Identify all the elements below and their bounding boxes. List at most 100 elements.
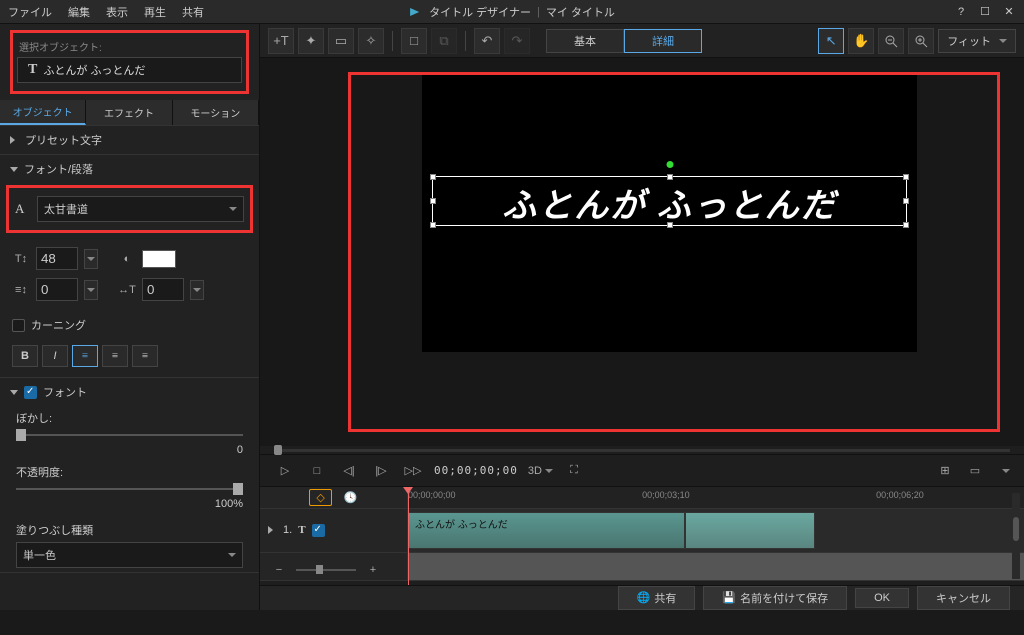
tab-object[interactable]: オブジェクト (0, 100, 86, 125)
track-header[interactable]: 1. T (260, 509, 408, 552)
zoom-out-button[interactable] (878, 28, 904, 54)
resize-handle[interactable] (430, 174, 436, 180)
timeline-ruler[interactable]: 00;00;00;00 00;00;03;10 00;00;06;20 (408, 487, 1024, 508)
tracking-input[interactable] (142, 278, 184, 301)
chevron-down-icon[interactable] (1002, 469, 1010, 473)
track-body-empty (408, 553, 1024, 580)
blur-slider[interactable] (16, 434, 243, 436)
stop-button[interactable]: □ (306, 460, 328, 482)
next-frame-button[interactable]: |▷ (370, 460, 392, 482)
tracking-spinner[interactable] (190, 280, 204, 300)
app-icon (409, 5, 423, 19)
section-preset-header[interactable]: プリセット文字 (0, 126, 259, 154)
help-button[interactable]: ? (954, 5, 968, 19)
align-center-button[interactable]: ≡ (102, 345, 128, 367)
share-button[interactable]: 🌐共有 (618, 586, 696, 610)
playhead[interactable] (408, 487, 409, 585)
line-height-spinner[interactable] (84, 280, 98, 300)
pan-tool-button[interactable]: ✋ (848, 28, 874, 54)
blur-value: 0 (16, 444, 243, 456)
bold-button[interactable]: B (12, 345, 38, 367)
scrubber-thumb[interactable] (274, 445, 282, 455)
caret-icon (10, 167, 18, 172)
globe-icon: 🌐 (637, 591, 651, 604)
close-button[interactable]: ✕ (1002, 5, 1016, 19)
resize-handle[interactable] (903, 174, 909, 180)
line-height-input[interactable] (36, 278, 78, 301)
scrollbar[interactable] (1012, 493, 1020, 579)
selection-box[interactable] (432, 176, 907, 226)
resize-handle[interactable] (903, 222, 909, 228)
maximize-button[interactable]: ☐ (978, 5, 992, 19)
opacity-label: 不透明度: (16, 464, 243, 480)
resize-handle[interactable] (667, 222, 673, 228)
add-text-button[interactable]: +T (268, 28, 294, 54)
font-enable-checkbox[interactable] (24, 386, 37, 399)
menu-play[interactable]: 再生 (144, 4, 166, 20)
menu-view[interactable]: 表示 (106, 4, 128, 20)
fill-type-dropdown[interactable]: 単一色 (16, 542, 243, 568)
timeline-clip[interactable]: ふとんが ふっとんだ (408, 512, 685, 549)
grid-button[interactable]: ⊞ (934, 460, 956, 482)
timeline-zoom-slider[interactable] (316, 565, 323, 574)
resize-handle[interactable] (430, 198, 436, 204)
mode-basic-tab[interactable]: 基本 (546, 29, 624, 53)
add-particle-button[interactable]: ✦ (298, 28, 324, 54)
group-button[interactable]: ⧉ (431, 28, 457, 54)
resize-handle[interactable] (903, 198, 909, 204)
menu-file[interactable]: ファイル (8, 4, 52, 20)
track-visible-checkbox[interactable] (312, 524, 325, 537)
opacity-value: 100% (16, 498, 243, 510)
timeline-clip[interactable] (685, 512, 814, 549)
menu-share[interactable]: 共有 (182, 4, 204, 20)
menu-bar: ファイル 編集 表示 再生 共有 (8, 4, 204, 20)
resize-handle[interactable] (667, 174, 673, 180)
opacity-slider[interactable] (16, 488, 243, 490)
section-font2-header[interactable]: フォント (0, 378, 259, 406)
play-button[interactable]: ▷ (274, 460, 296, 482)
3d-toggle[interactable]: 3D (528, 460, 553, 482)
add-shape-button[interactable]: ✧ (358, 28, 384, 54)
sidebar-tabs: オブジェクト エフェクト モーション (0, 100, 259, 126)
save-as-button[interactable]: 💾名前を付けて保存 (703, 586, 847, 610)
keyframe-mode-button[interactable]: ◇ (309, 489, 331, 506)
zoom-fit-dropdown[interactable]: フィット (938, 29, 1016, 53)
titlebar: ファイル 編集 表示 再生 共有 タイトル デザイナー | マイ タイトル ? … (0, 0, 1024, 24)
timeline-zoom-out[interactable]: − (268, 559, 290, 581)
tracking-icon: ↔T (118, 284, 136, 296)
italic-button[interactable]: I (42, 345, 68, 367)
undo-button[interactable]: ↶ (474, 28, 500, 54)
kerning-checkbox[interactable] (12, 319, 25, 332)
fullscreen-button[interactable]: ⛶ (563, 460, 585, 482)
align-left-button[interactable]: ≡ (72, 345, 98, 367)
prev-frame-button[interactable]: ◁| (338, 460, 360, 482)
add-image-button[interactable]: ▭ (328, 28, 354, 54)
insert-rect-button[interactable]: □ (401, 28, 427, 54)
menu-edit[interactable]: 編集 (68, 4, 90, 20)
tab-effect[interactable]: エフェクト (86, 100, 172, 125)
preview-canvas[interactable]: ふとんが ふっとんだ (422, 72, 917, 352)
fill-type-label: 塗りつぶし種類 (16, 522, 243, 538)
track-body[interactable]: ふとんが ふっとんだ (408, 509, 1024, 552)
font-color-swatch[interactable] (142, 250, 176, 268)
select-tool-button[interactable]: ↖ (818, 28, 844, 54)
mode-advanced-tab[interactable]: 詳細 (624, 29, 702, 53)
tab-motion[interactable]: モーション (173, 100, 259, 125)
redo-button[interactable]: ↷ (504, 28, 530, 54)
timeline-zoom-in[interactable]: + (362, 559, 384, 581)
resize-handle[interactable] (430, 222, 436, 228)
section-font-header[interactable]: フォント/段落 (0, 155, 259, 183)
selected-object-field[interactable]: T ふとんが ふっとんだ (17, 57, 242, 83)
font-family-dropdown[interactable]: 太甘書道 (37, 196, 244, 222)
font-size-input[interactable] (36, 247, 78, 270)
align-right-button[interactable]: ≡ (132, 345, 158, 367)
clock-icon[interactable]: 🕓 (344, 491, 358, 504)
zoom-in-button[interactable] (908, 28, 934, 54)
rotate-handle[interactable] (666, 161, 673, 168)
font-size-icon: T↕ (12, 253, 30, 265)
cancel-button[interactable]: キャンセル (917, 586, 1010, 610)
font-size-spinner[interactable] (84, 249, 98, 269)
ok-button[interactable]: OK (855, 588, 909, 608)
fast-forward-button[interactable]: ▷▷ (402, 460, 424, 482)
safe-zone-button[interactable]: ▭ (964, 460, 986, 482)
